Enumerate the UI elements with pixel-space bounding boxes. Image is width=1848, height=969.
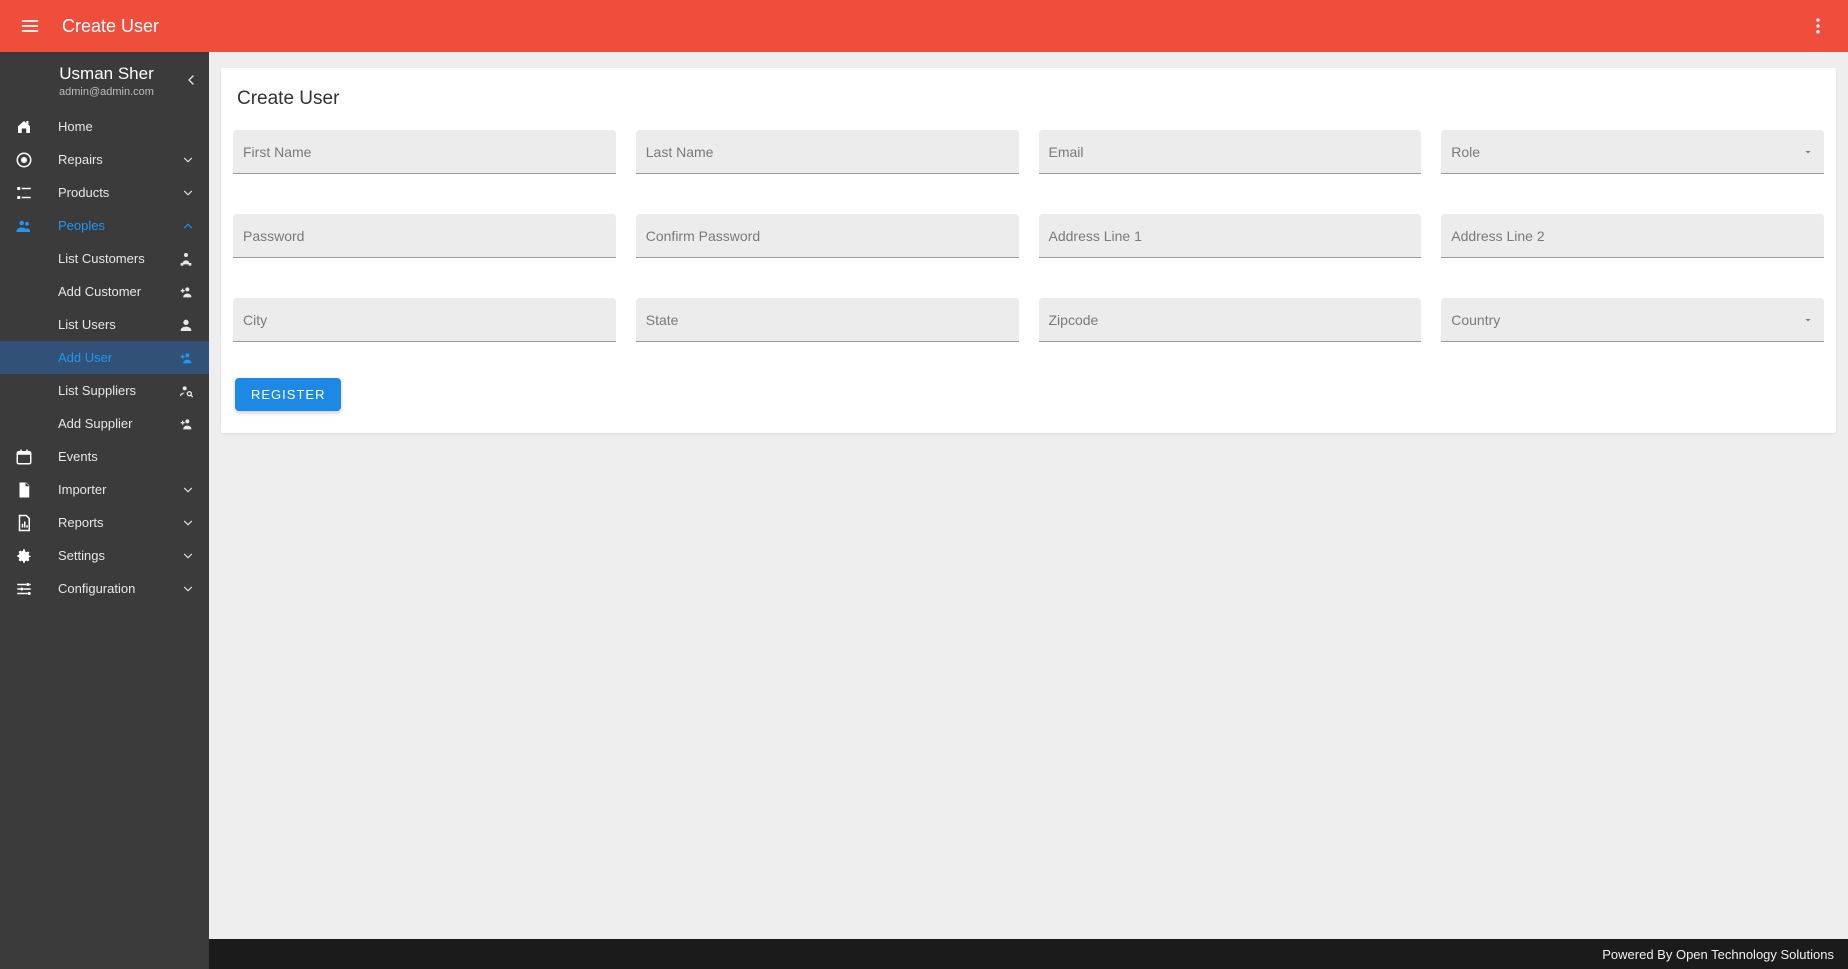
confirm-password-input[interactable]: [646, 228, 1009, 244]
dropdown-arrow-icon: [1802, 314, 1814, 326]
email-input[interactable]: [1049, 144, 1412, 160]
confirm-password-field[interactable]: Confirm Password: [636, 214, 1019, 258]
products-icon: [14, 183, 34, 203]
file-import-icon: [14, 480, 34, 500]
wrench-icon: [14, 150, 34, 170]
address2-input[interactable]: [1451, 228, 1814, 244]
sidebar-user-email: admin@admin.com: [16, 86, 197, 98]
first-name-field[interactable]: First Name: [233, 130, 616, 174]
sidebar-item-settings[interactable]: Settings: [0, 539, 209, 572]
register-button[interactable]: REGISTER: [235, 378, 341, 411]
sidebar-sub-add-customer[interactable]: Add Customer: [0, 275, 209, 308]
dropdown-arrow-icon: [1802, 146, 1814, 158]
city-input[interactable]: [243, 312, 606, 328]
sidebar-item-label: Reports: [58, 515, 179, 530]
sidebar-item-label: Settings: [58, 548, 179, 563]
sidebar-sub-label: List Customers: [58, 251, 177, 266]
field-label: Country: [1451, 312, 1500, 328]
chevron-down-icon: [179, 514, 197, 532]
card-title: Create User: [237, 88, 1824, 110]
person-search-icon: [177, 382, 195, 400]
sidebar-sub-label: List Suppliers: [58, 383, 177, 398]
sidebar-item-home[interactable]: Home: [0, 110, 209, 143]
chevron-down-icon: [179, 151, 197, 169]
sidebar-user-name: Usman Sher: [16, 64, 197, 84]
tune-icon: [14, 579, 34, 599]
chevron-left-icon: [183, 72, 199, 88]
top-app-bar: Create User: [0, 0, 1848, 52]
last-name-field[interactable]: Last Name: [636, 130, 1019, 174]
chevron-down-icon: [179, 580, 197, 598]
sidebar-item-products[interactable]: Products: [0, 176, 209, 209]
hamburger-menu-button[interactable]: [12, 8, 48, 44]
email-field[interactable]: Email: [1039, 130, 1422, 174]
sidebar-sub-add-user[interactable]: Add User: [0, 341, 209, 374]
chevron-down-icon: [179, 184, 197, 202]
sidebar-sub-label: Add User: [58, 350, 177, 365]
sidebar-item-events[interactable]: Events: [0, 440, 209, 473]
field-label: Role: [1451, 144, 1480, 160]
main-region: Create User First Name Last Name Email: [209, 52, 1848, 969]
sidebar-item-label: Importer: [58, 482, 179, 497]
sidebar-item-repairs[interactable]: Repairs: [0, 143, 209, 176]
state-input[interactable]: [646, 312, 1009, 328]
sidebar-item-label: Events: [58, 449, 197, 464]
footer-text: Powered By Open Technology Solutions: [1602, 947, 1834, 962]
chevron-down-icon: [179, 481, 197, 499]
zipcode-input[interactable]: [1049, 312, 1412, 328]
sidebar-sub-list-customers[interactable]: List Customers: [0, 242, 209, 275]
sidebar-item-label: Configuration: [58, 581, 179, 596]
sidebar-item-label: Repairs: [58, 152, 179, 167]
password-field[interactable]: Password: [233, 214, 616, 258]
footer: Powered By Open Technology Solutions: [209, 939, 1848, 969]
create-user-card: Create User First Name Last Name Email: [221, 68, 1836, 433]
sidebar-sub-label: Add Supplier: [58, 416, 177, 431]
address2-field[interactable]: Address Line 2: [1441, 214, 1824, 258]
chart-icon: [14, 513, 34, 533]
person-tree-icon: [177, 250, 195, 268]
people-icon: [14, 216, 34, 236]
chevron-down-icon: [179, 547, 197, 565]
sidebar-item-configuration[interactable]: Configuration: [0, 572, 209, 605]
sidebar-sub-label: List Users: [58, 317, 177, 332]
first-name-input[interactable]: [243, 144, 606, 160]
person-add-icon: [177, 415, 195, 433]
sidebar: Usman Sher admin@admin.com Home Rep: [0, 52, 209, 969]
sidebar-sub-label: Add Customer: [58, 284, 177, 299]
sidebar-item-label: Home: [58, 119, 197, 134]
person-icon: [177, 316, 195, 334]
sidebar-sub-list-users[interactable]: List Users: [0, 308, 209, 341]
last-name-input[interactable]: [646, 144, 1009, 160]
country-select[interactable]: Country: [1441, 298, 1824, 342]
collapse-sidebar-button[interactable]: [183, 72, 199, 88]
chevron-up-icon: [179, 217, 197, 235]
sidebar-nav: Home Repairs Products: [0, 110, 209, 605]
person-add-icon: [177, 349, 195, 367]
more-vertical-icon: [1808, 16, 1828, 36]
sidebar-item-peoples[interactable]: Peoples: [0, 209, 209, 242]
password-input[interactable]: [243, 228, 606, 244]
sidebar-user-block: Usman Sher admin@admin.com: [0, 52, 209, 110]
gear-icon: [14, 546, 34, 566]
more-options-button[interactable]: [1800, 8, 1836, 44]
create-user-form: First Name Last Name Email Role: [233, 130, 1824, 342]
sidebar-sub-add-supplier[interactable]: Add Supplier: [0, 407, 209, 440]
address1-field[interactable]: Address Line 1: [1039, 214, 1422, 258]
person-add-icon: [177, 283, 195, 301]
role-select[interactable]: Role: [1441, 130, 1824, 174]
sidebar-item-label: Peoples: [58, 218, 179, 233]
sidebar-item-importer[interactable]: Importer: [0, 473, 209, 506]
city-field[interactable]: City: [233, 298, 616, 342]
calendar-icon: [14, 447, 34, 467]
sidebar-item-reports[interactable]: Reports: [0, 506, 209, 539]
sidebar-item-label: Products: [58, 185, 179, 200]
address1-input[interactable]: [1049, 228, 1412, 244]
menu-icon: [20, 16, 40, 36]
sidebar-sub-list-suppliers[interactable]: List Suppliers: [0, 374, 209, 407]
home-icon: [14, 117, 34, 137]
zipcode-field[interactable]: Zipcode: [1039, 298, 1422, 342]
page-title: Create User: [62, 16, 159, 37]
state-field[interactable]: State: [636, 298, 1019, 342]
